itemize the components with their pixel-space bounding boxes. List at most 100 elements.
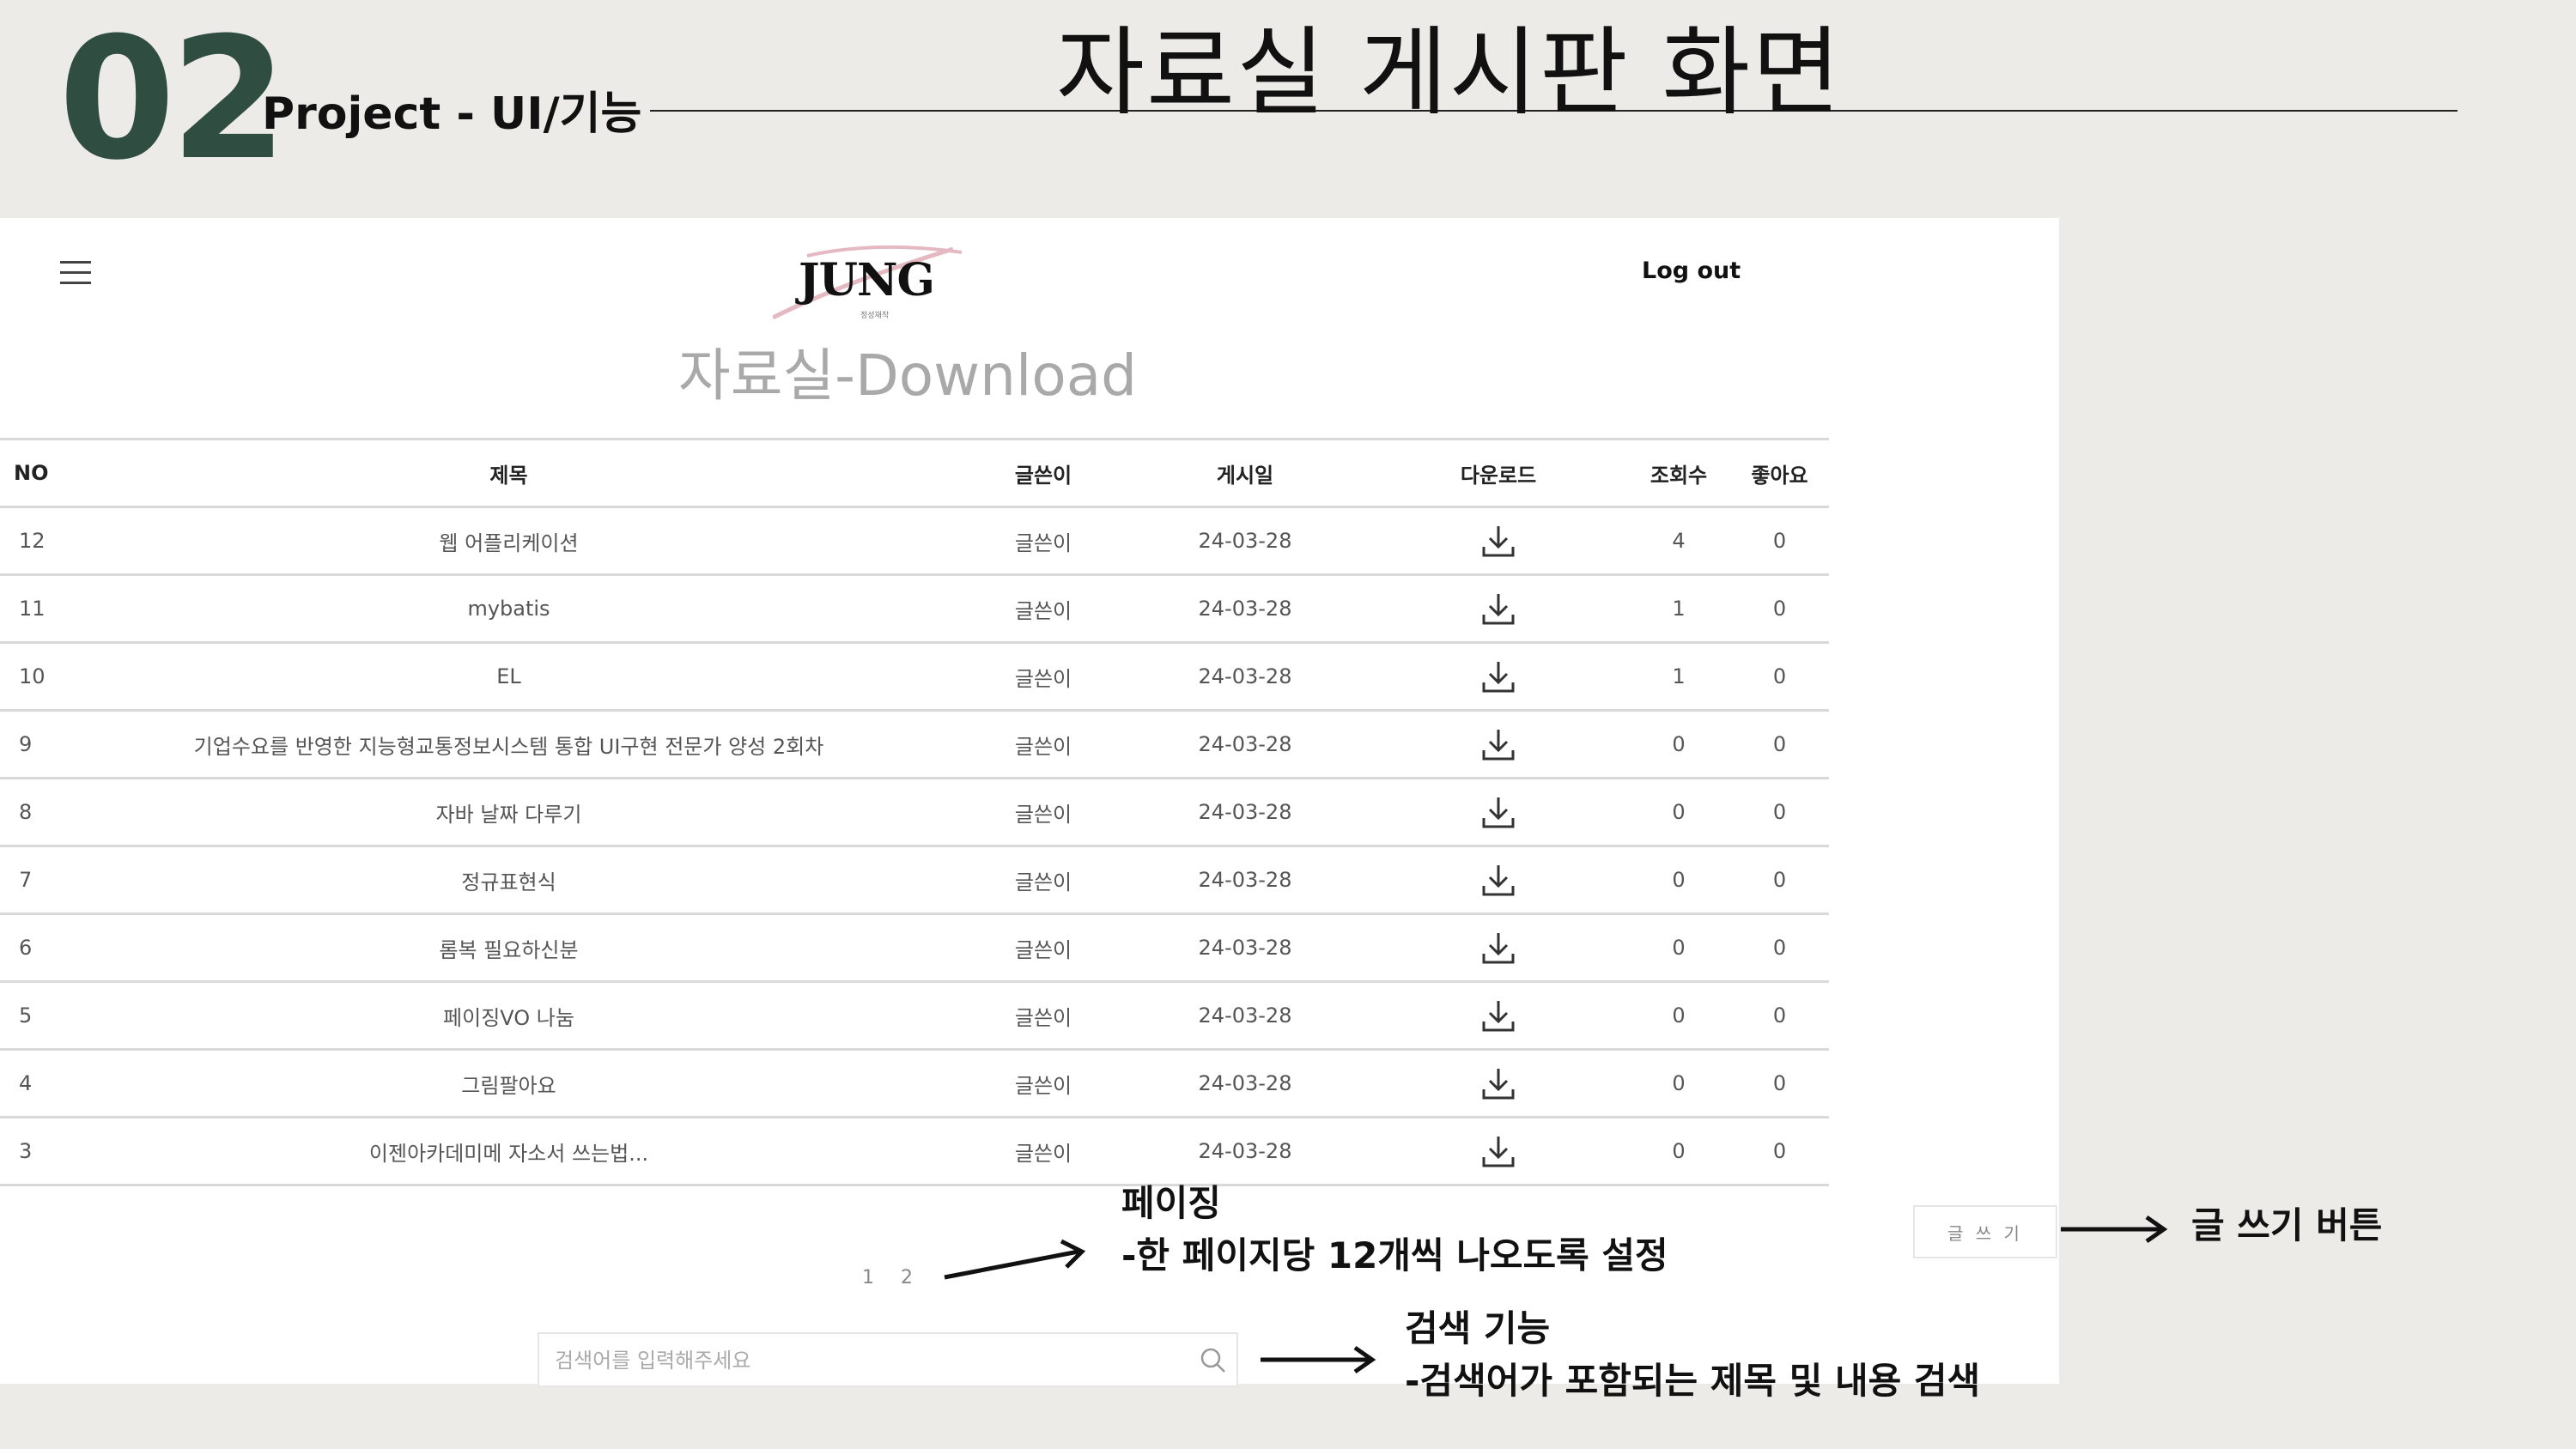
cell-date: 24-03-28: [1121, 506, 1370, 576]
page-link-2[interactable]: 2: [901, 1267, 913, 1288]
cell-writer: 글쓴이: [966, 981, 1121, 1051]
table-header-row: NO 제목 글쓴이 게시일 다운로드 조회수 좋아요: [0, 439, 1829, 508]
cell-writer: 글쓴이: [966, 642, 1121, 712]
annotation-write-button: 글 쓰기 버튼: [2191, 1204, 2383, 1246]
cell-title[interactable]: EL: [52, 642, 966, 712]
cell-writer: 글쓴이: [966, 1049, 1121, 1119]
table-row[interactable]: 5 페이징VO 나눔 글쓴이 24-03-28 0 0: [0, 981, 1829, 1051]
page-link-1[interactable]: 1: [862, 1267, 874, 1288]
cell-likes: 0: [1730, 710, 1829, 779]
cell-download: [1370, 981, 1627, 1051]
table-row[interactable]: 3 이젠아카데미메 자소서 쓰는법... 글쓴이 24-03-28 0 0: [0, 1117, 1829, 1186]
cell-views: 0: [1627, 981, 1730, 1051]
search-icon[interactable]: [1199, 1346, 1228, 1375]
table-row[interactable]: 6 롬복 필요하신분 글쓴이 24-03-28 0 0: [0, 913, 1829, 983]
cell-likes: 0: [1730, 1049, 1829, 1119]
cell-title[interactable]: 정규표현식: [52, 846, 966, 915]
cell-no: 6: [0, 913, 52, 983]
logo[interactable]: JUNG 정성재작: [773, 232, 970, 326]
cell-download: [1370, 506, 1627, 576]
cell-writer: 글쓴이: [966, 710, 1121, 779]
slide-title: 자료실 게시판 화면: [1056, 17, 1843, 129]
annotation-paging: 페이징 -한 페이지당 12개씩 나오도록 설정: [1121, 1178, 1668, 1282]
table-row[interactable]: 4 그림팔아요 글쓴이 24-03-28 0 0: [0, 1049, 1829, 1119]
cell-views: 0: [1627, 778, 1730, 847]
cell-date: 24-03-28: [1121, 642, 1370, 712]
cell-date: 24-03-28: [1121, 1049, 1370, 1119]
download-icon[interactable]: [1479, 996, 1518, 1035]
cell-writer: 글쓴이: [966, 913, 1121, 983]
cell-likes: 0: [1730, 981, 1829, 1051]
header-title: 제목: [52, 439, 966, 508]
annotation-search-desc: -검색어가 포함되는 제목 및 내용 검색: [1405, 1359, 1981, 1402]
cell-likes: 0: [1730, 778, 1829, 847]
cell-download: [1370, 913, 1627, 983]
download-icon[interactable]: [1479, 589, 1518, 628]
download-icon[interactable]: [1479, 860, 1518, 900]
logout-button[interactable]: Log out: [1642, 258, 1741, 284]
cell-likes: 0: [1730, 1117, 1829, 1186]
table-row[interactable]: 12 웹 어플리케이션 글쓴이 24-03-28 4 0: [0, 506, 1829, 576]
cell-title[interactable]: 웹 어플리케이션: [52, 506, 966, 576]
cell-views: 0: [1627, 1049, 1730, 1119]
logo-subtext: 정성재작: [860, 312, 890, 320]
download-icon[interactable]: [1479, 657, 1518, 696]
cell-views: 0: [1627, 913, 1730, 983]
table-row[interactable]: 9 기업수요를 반영한 지능형교통정보시스템 통합 UI구현 전문가 양성 2회차…: [0, 710, 1829, 779]
cell-date: 24-03-28: [1121, 778, 1370, 847]
cell-likes: 0: [1730, 574, 1829, 644]
download-icon[interactable]: [1479, 724, 1518, 764]
cell-views: 4: [1627, 506, 1730, 576]
cell-title[interactable]: 자바 날짜 다루기: [52, 778, 966, 847]
table-body: 12 웹 어플리케이션 글쓴이 24-03-28 4 0 11 mybatis 글쓴이 24-03…: [0, 506, 1829, 1186]
cell-title[interactable]: 이젠아카데미메 자소서 쓰는법...: [52, 1117, 966, 1186]
cell-no: 7: [0, 846, 52, 915]
cell-date: 24-03-28: [1121, 710, 1370, 779]
cell-title[interactable]: 그림팔아요: [52, 1049, 966, 1119]
download-icon[interactable]: [1479, 792, 1518, 832]
cell-views: 0: [1627, 846, 1730, 915]
cell-title[interactable]: mybatis: [52, 574, 966, 644]
table-row[interactable]: 11 mybatis 글쓴이 24-03-28 1 0: [0, 574, 1829, 644]
download-icon[interactable]: [1479, 928, 1518, 967]
cell-no: 5: [0, 981, 52, 1051]
cell-writer: 글쓴이: [966, 1117, 1121, 1186]
cell-views: 1: [1627, 642, 1730, 712]
download-icon[interactable]: [1479, 1131, 1518, 1171]
cell-download: [1370, 778, 1627, 847]
header-date: 게시일: [1121, 439, 1370, 508]
cell-date: 24-03-28: [1121, 981, 1370, 1051]
cell-views: 1: [1627, 574, 1730, 644]
table-row[interactable]: 10 EL 글쓴이 24-03-28 1 0: [0, 642, 1829, 712]
arrow-right-icon: [2061, 1215, 2168, 1244]
cell-title[interactable]: 기업수요를 반영한 지능형교통정보시스템 통합 UI구현 전문가 양성 2회차: [52, 710, 966, 779]
table-row[interactable]: 8 자바 날짜 다루기 글쓴이 24-03-28 0 0: [0, 778, 1829, 847]
cell-writer: 글쓴이: [966, 846, 1121, 915]
search-box: [538, 1332, 1238, 1387]
cell-date: 24-03-28: [1121, 574, 1370, 644]
cell-no: 9: [0, 710, 52, 779]
pagination: 1 2: [862, 1267, 933, 1288]
board-screen: JUNG 정성재작 Log out 자료실-Download NO 제목 글쓴이…: [0, 218, 2059, 1387]
cell-no: 4: [0, 1049, 52, 1119]
header-likes: 좋아요: [1730, 439, 1829, 508]
cell-download: [1370, 574, 1627, 644]
cell-writer: 글쓴이: [966, 506, 1121, 576]
cell-likes: 0: [1730, 913, 1829, 983]
cell-no: 11: [0, 574, 52, 644]
download-icon[interactable]: [1479, 1064, 1518, 1103]
cell-title[interactable]: 페이징VO 나눔: [52, 981, 966, 1051]
cell-title[interactable]: 롬복 필요하신분: [52, 913, 966, 983]
menu-icon[interactable]: [60, 256, 91, 290]
cell-download: [1370, 642, 1627, 712]
table-row[interactable]: 7 정규표현식 글쓴이 24-03-28 0 0: [0, 846, 1829, 915]
cell-download: [1370, 1117, 1627, 1186]
cell-no: 10: [0, 642, 52, 712]
header-writer: 글쓴이: [966, 439, 1121, 508]
search-input[interactable]: [553, 1344, 1157, 1377]
cell-no: 3: [0, 1117, 52, 1186]
download-icon[interactable]: [1479, 521, 1518, 561]
write-button[interactable]: 글 쓰 기: [1913, 1205, 2057, 1258]
cell-likes: 0: [1730, 506, 1829, 576]
cell-likes: 0: [1730, 642, 1829, 712]
